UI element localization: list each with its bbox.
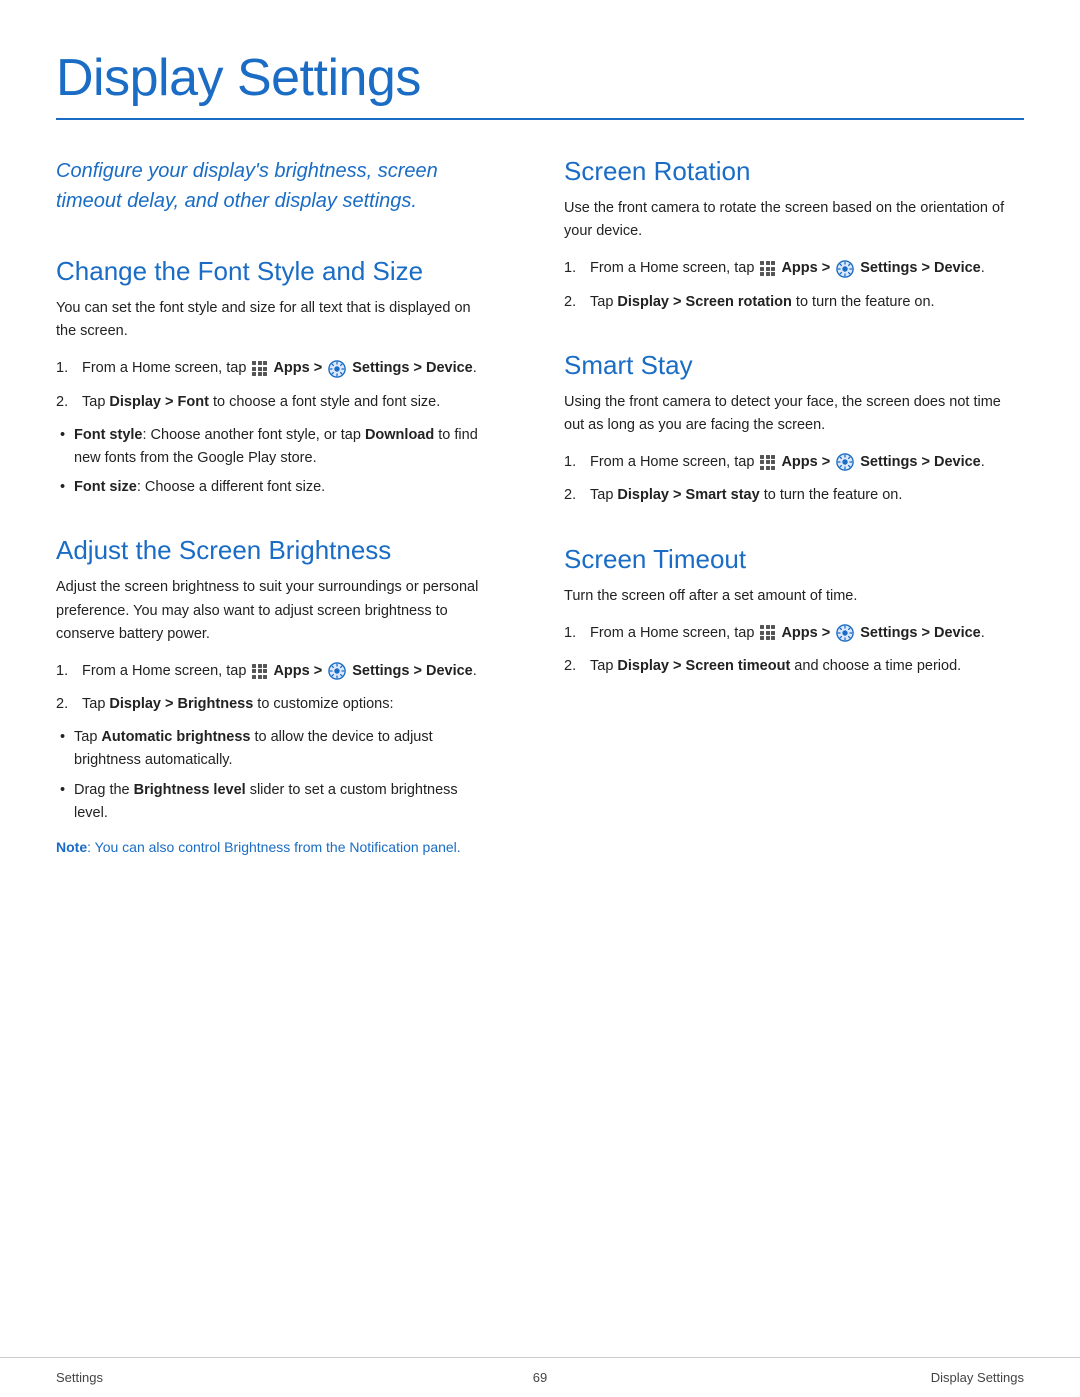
footer-right: Display Settings bbox=[931, 1370, 1024, 1385]
smart-stay-section-title: Smart Stay bbox=[564, 350, 1024, 381]
settings-icon-5 bbox=[836, 624, 854, 642]
font-section-title: Change the Font Style and Size bbox=[56, 256, 492, 287]
font-bullets: Font style: Choose another font style, o… bbox=[56, 424, 492, 500]
rotation-section-body: Use the front camera to rotate the scree… bbox=[564, 197, 1024, 243]
section-brightness: Adjust the Screen Brightness Adjust the … bbox=[56, 535, 492, 858]
screen-timeout-step-1: 1. From a Home screen, tap Apps > bbox=[564, 622, 1024, 645]
rotation-section-title: Screen Rotation bbox=[564, 156, 1024, 187]
intro-text: Configure your display's brightness, scr… bbox=[56, 156, 476, 216]
section-rotation: Screen Rotation Use the front camera to … bbox=[564, 156, 1024, 314]
footer-left: Settings bbox=[56, 1370, 103, 1385]
rotation-step-1: 1. From a Home screen, tap Apps > bbox=[564, 257, 1024, 280]
brightness-section-body: Adjust the screen brightness to suit you… bbox=[56, 576, 492, 646]
settings-icon-3 bbox=[836, 260, 854, 278]
brightness-note: Note: You can also control Brightness fr… bbox=[56, 837, 492, 858]
footer-center: 69 bbox=[533, 1370, 547, 1385]
apps-icon-1 bbox=[252, 361, 267, 376]
section-smart-stay: Smart Stay Using the front camera to det… bbox=[564, 350, 1024, 508]
page-title: Display Settings bbox=[56, 48, 1024, 108]
smart-stay-steps: 1. From a Home screen, tap Apps > bbox=[564, 451, 1024, 507]
font-bullet-2: Font size: Choose a different font size. bbox=[56, 476, 492, 499]
brightness-steps: 1. From a Home screen, tap Apps > bbox=[56, 660, 492, 716]
apps-icon-2 bbox=[252, 664, 267, 679]
smart-stay-step-2: 2. Tap Display > Smart stay to turn the … bbox=[564, 484, 1024, 507]
apps-icon-4 bbox=[760, 455, 775, 470]
settings-icon-4 bbox=[836, 453, 854, 471]
smart-stay-step-1: 1. From a Home screen, tap Apps > bbox=[564, 451, 1024, 474]
page-wrapper: Display Settings Configure your display'… bbox=[0, 0, 1080, 1397]
apps-icon-5 bbox=[760, 625, 775, 640]
brightness-bullet-1: Tap Automatic brightness to allow the de… bbox=[56, 726, 492, 772]
left-column: Configure your display's brightness, scr… bbox=[56, 156, 540, 1337]
brightness-bullets: Tap Automatic brightness to allow the de… bbox=[56, 726, 492, 825]
screen-timeout-step-2: 2. Tap Display > Screen timeout and choo… bbox=[564, 655, 1024, 678]
screen-timeout-section-title: Screen Timeout bbox=[564, 544, 1024, 575]
section-font: Change the Font Style and Size You can s… bbox=[56, 256, 492, 499]
screen-timeout-section-body: Turn the screen off after a set amount o… bbox=[564, 585, 1024, 608]
font-step-1: 1. From a Home screen, tap Apps > bbox=[56, 357, 492, 380]
settings-icon-2 bbox=[328, 662, 346, 680]
brightness-step-1: 1. From a Home screen, tap Apps > bbox=[56, 660, 492, 683]
font-steps: 1. From a Home screen, tap Apps > bbox=[56, 357, 492, 413]
rotation-step-2: 2. Tap Display > Screen rotation to turn… bbox=[564, 291, 1024, 314]
font-section-body: You can set the font style and size for … bbox=[56, 297, 492, 343]
font-bullet-1: Font style: Choose another font style, o… bbox=[56, 424, 492, 470]
title-divider bbox=[56, 118, 1024, 120]
footer: Settings 69 Display Settings bbox=[0, 1357, 1080, 1397]
screen-timeout-steps: 1. From a Home screen, tap Apps > bbox=[564, 622, 1024, 678]
brightness-step-2: 2. Tap Display > Brightness to customize… bbox=[56, 693, 492, 716]
content-area: Configure your display's brightness, scr… bbox=[56, 156, 1024, 1337]
font-step-2: 2. Tap Display > Font to choose a font s… bbox=[56, 391, 492, 414]
right-column: Screen Rotation Use the front camera to … bbox=[540, 156, 1024, 1337]
brightness-section-title: Adjust the Screen Brightness bbox=[56, 535, 492, 566]
rotation-steps: 1. From a Home screen, tap Apps > bbox=[564, 257, 1024, 313]
settings-icon-1 bbox=[328, 360, 346, 378]
brightness-bullet-2: Drag the Brightness level slider to set … bbox=[56, 779, 492, 825]
section-screen-timeout: Screen Timeout Turn the screen off after… bbox=[564, 544, 1024, 679]
apps-icon-3 bbox=[760, 261, 775, 276]
smart-stay-section-body: Using the front camera to detect your fa… bbox=[564, 391, 1024, 437]
